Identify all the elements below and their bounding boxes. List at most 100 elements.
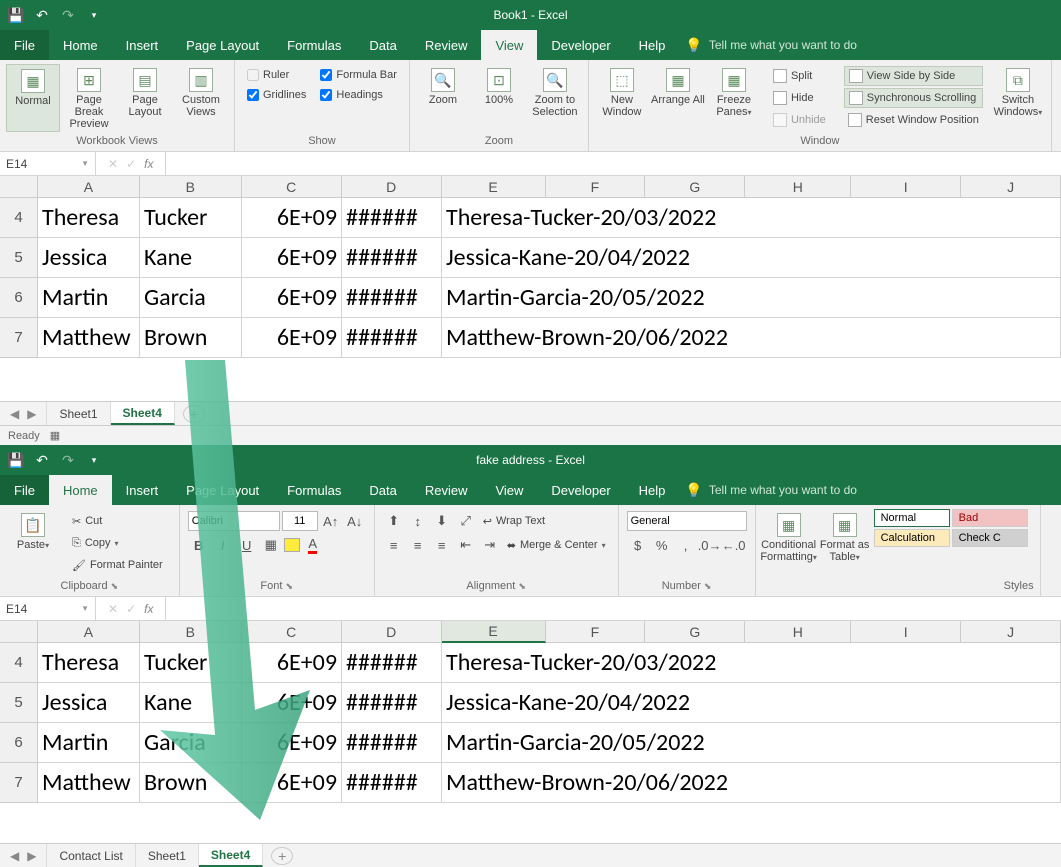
italic-button[interactable]: I <box>212 535 234 555</box>
dialog-launcher-icon[interactable]: ⬊ <box>111 581 119 591</box>
btn-format-as-table[interactable]: ▦Format as Table▾ <box>818 509 872 577</box>
cancel-icon[interactable]: ✕ <box>108 157 118 171</box>
redo-icon[interactable]: ↷ <box>60 452 76 468</box>
name-box[interactable]: E14▼ <box>0 152 96 175</box>
cell[interactable]: Kane <box>140 238 242 278</box>
dialog-launcher-icon[interactable]: ⬊ <box>704 581 712 591</box>
cell[interactable]: 6E+09 <box>242 683 342 723</box>
btn-zoom-100[interactable]: ⊡100% <box>472 64 526 132</box>
cell[interactable]: ###### <box>342 763 442 803</box>
cell[interactable]: Theresa <box>38 198 140 238</box>
align-center-icon[interactable]: ≡ <box>407 535 429 555</box>
row-header[interactable]: 4 <box>0 643 38 683</box>
tab-file[interactable]: File <box>0 30 49 60</box>
tab-home[interactable]: Home <box>49 30 112 60</box>
font-color-button[interactable]: A <box>302 535 324 555</box>
record-macro-icon[interactable]: ▦ <box>50 429 60 442</box>
row-header[interactable]: 7 <box>0 763 38 803</box>
new-sheet-button[interactable]: + <box>183 405 205 423</box>
decrease-indent-icon[interactable]: ⇤ <box>455 535 477 555</box>
tab-insert[interactable]: Insert <box>112 30 173 60</box>
tab-file[interactable]: File <box>0 475 49 505</box>
cell[interactable]: Martin <box>38 723 140 763</box>
spreadsheet-grid-top[interactable]: A B C D E F G H I J 4 Theresa Tucker 6E+… <box>0 176 1061 401</box>
btn-page-layout-view[interactable]: ▤Page Layout <box>118 64 172 132</box>
chk-formula-bar[interactable]: Formula Bar <box>320 66 397 84</box>
underline-button[interactable]: U <box>236 535 258 555</box>
tab-insert[interactable]: Insert <box>112 475 173 505</box>
tell-me[interactable]: 💡Tell me what you want to do <box>685 475 857 505</box>
tab-page-layout[interactable]: Page Layout <box>172 30 273 60</box>
tab-formulas[interactable]: Formulas <box>273 475 355 505</box>
sheet-tab-sheet4[interactable]: Sheet4 <box>199 844 263 867</box>
cell[interactable]: ###### <box>342 318 442 358</box>
col-header-D[interactable]: D <box>342 621 442 643</box>
dialog-launcher-icon[interactable]: ⬊ <box>285 581 293 591</box>
tab-home[interactable]: Home <box>49 475 112 505</box>
btn-merge-center[interactable]: ⬌Merge & Center▾ <box>503 535 610 555</box>
align-right-icon[interactable]: ≡ <box>431 535 453 555</box>
font-family-select[interactable]: Calibri <box>188 511 280 531</box>
cell[interactable]: Martin-Garcia-20/05/2022 <box>442 723 1061 763</box>
col-header-A[interactable]: A <box>38 621 140 643</box>
btn-new-window[interactable]: ⬚New Window <box>595 64 649 132</box>
col-header-H[interactable]: H <box>745 176 851 198</box>
cell[interactable]: ###### <box>342 643 442 683</box>
col-header-D[interactable]: D <box>342 176 442 198</box>
tab-nav-prev-icon[interactable]: ◀ <box>10 407 19 421</box>
align-left-icon[interactable]: ≡ <box>383 535 405 555</box>
cell[interactable]: ###### <box>342 278 442 318</box>
btn-zoom[interactable]: 🔍Zoom <box>416 64 470 132</box>
chk-headings[interactable]: Headings <box>320 86 397 104</box>
btn-format-painter[interactable]: 🖌Format Painter <box>68 555 167 575</box>
btn-custom-views[interactable]: ▥Custom Views <box>174 64 228 132</box>
col-header-H[interactable]: H <box>745 621 851 643</box>
accounting-format-icon[interactable]: $ <box>627 535 649 555</box>
cell[interactable]: ###### <box>342 723 442 763</box>
cell[interactable]: Theresa-Tucker-20/03/2022 <box>442 643 1061 683</box>
btn-view-side-by-side[interactable]: View Side by Side <box>844 66 983 86</box>
tell-me[interactable]: 💡Tell me what you want to do <box>685 30 857 60</box>
tab-developer[interactable]: Developer <box>537 475 624 505</box>
undo-icon[interactable]: ↶ <box>34 7 50 23</box>
dialog-launcher-icon[interactable]: ⬊ <box>518 581 526 591</box>
cell[interactable]: Matthew <box>38 763 140 803</box>
btn-unhide[interactable]: Unhide <box>769 110 830 130</box>
cell[interactable]: ###### <box>342 238 442 278</box>
row-header[interactable]: 4 <box>0 198 38 238</box>
tab-nav-prev-icon[interactable]: ◀ <box>10 849 19 863</box>
btn-split[interactable]: Split <box>769 66 830 86</box>
col-header-E[interactable]: E <box>442 176 546 198</box>
number-format-select[interactable]: General <box>627 511 747 531</box>
row-header[interactable]: 5 <box>0 238 38 278</box>
col-header-F[interactable]: F <box>546 621 646 643</box>
cell[interactable]: Jessica <box>38 238 140 278</box>
sheet-tab-sheet1[interactable]: Sheet1 <box>136 844 199 867</box>
btn-hide[interactable]: Hide <box>769 88 830 108</box>
percent-format-icon[interactable]: % <box>651 535 673 555</box>
btn-normal-view[interactable]: ▦Normal <box>6 64 60 132</box>
enter-icon[interactable]: ✓ <box>126 157 136 171</box>
chk-gridlines[interactable]: Gridlines <box>247 86 306 104</box>
cell[interactable]: Jessica <box>38 683 140 723</box>
fx-icon[interactable]: fx <box>144 602 153 616</box>
cell[interactable]: Matthew-Brown-20/06/2022 <box>442 318 1061 358</box>
col-header-C[interactable]: C <box>242 621 342 643</box>
tab-review[interactable]: Review <box>411 30 482 60</box>
col-header-G[interactable]: G <box>645 621 745 643</box>
row-header[interactable]: 5 <box>0 683 38 723</box>
tab-data[interactable]: Data <box>355 475 410 505</box>
sheet-tab-sheet4[interactable]: Sheet4 <box>111 402 175 425</box>
cell[interactable]: Theresa-Tucker-20/03/2022 <box>442 198 1061 238</box>
btn-conditional-formatting[interactable]: ▦Conditional Formatting▾ <box>762 509 816 577</box>
fx-icon[interactable]: fx <box>144 157 153 171</box>
decrease-decimal-icon[interactable]: ←.0 <box>723 535 745 555</box>
btn-cut[interactable]: ✂Cut <box>68 511 167 531</box>
new-sheet-button[interactable]: + <box>271 847 293 865</box>
sheet-tab-contact-list[interactable]: Contact List <box>47 844 135 867</box>
select-all-corner[interactable] <box>0 176 38 198</box>
col-header-F[interactable]: F <box>546 176 646 198</box>
cell[interactable]: ###### <box>342 683 442 723</box>
cell[interactable]: 6E+09 <box>242 318 342 358</box>
cell[interactable]: Martin-Garcia-20/05/2022 <box>442 278 1061 318</box>
